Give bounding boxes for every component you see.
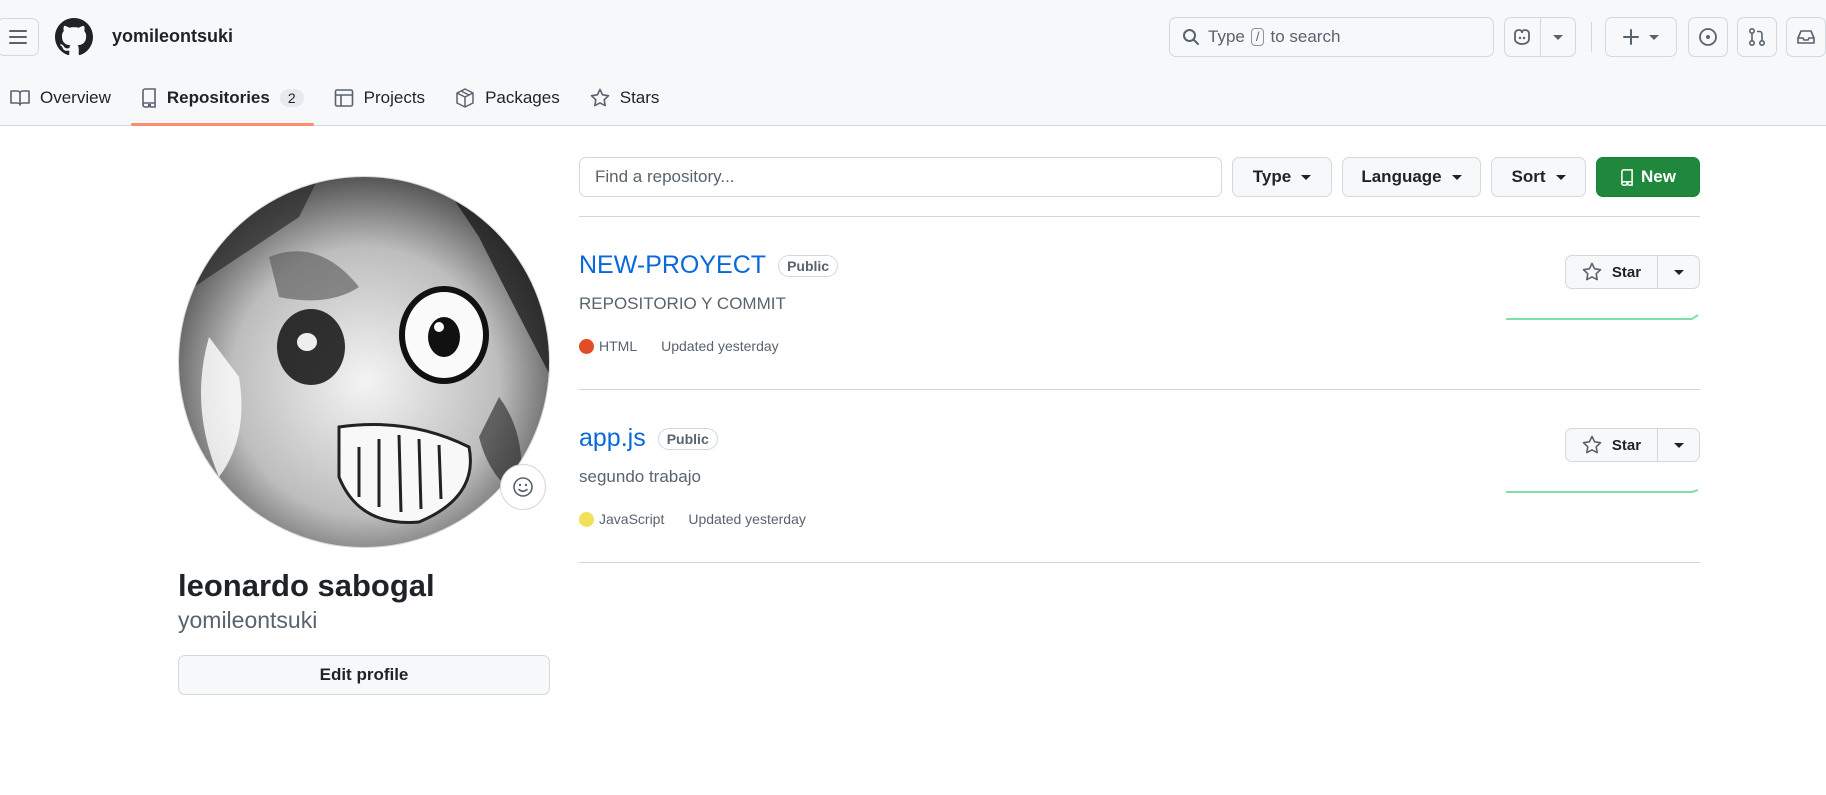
issues-button[interactable] (1688, 17, 1728, 57)
star-icon (1582, 435, 1602, 454)
type-filter-label: Type (1252, 167, 1292, 186)
edit-profile-button[interactable]: Edit profile (178, 655, 550, 695)
avatar-illustration (179, 177, 549, 547)
profile-avatar-container (178, 176, 550, 548)
search-prefix: Type (1208, 27, 1245, 46)
new-button-label: New (1641, 167, 1676, 186)
language-filter-button[interactable]: Language (1342, 157, 1481, 197)
repo-count-badge: 2 (279, 89, 304, 107)
repo-updated: Updated yesterday (661, 338, 779, 354)
star-icon (590, 88, 610, 107)
chevron-down-icon (1451, 174, 1462, 180)
chevron-down-icon (1555, 174, 1566, 180)
tab-label: Repositories (166, 88, 270, 107)
header-username[interactable]: yomileontsuki (112, 26, 233, 47)
copilot-button[interactable] (1505, 18, 1540, 56)
repo-title-row: NEW-PROYECT Public (579, 251, 839, 280)
tab-stars[interactable]: Stars (580, 80, 670, 116)
repo-icon (142, 88, 156, 108)
type-filter-button[interactable]: Type (1232, 157, 1332, 197)
repo-meta: JavaScript Updated yesterday (579, 511, 806, 527)
repo-description: segundo trabajo (579, 467, 701, 486)
profile-full-name: leonardo sabogal (178, 568, 435, 603)
repo-description: REPOSITORIO Y COMMIT (579, 294, 786, 313)
tab-packages[interactable]: Packages (445, 80, 570, 116)
menu-button[interactable] (0, 18, 39, 56)
github-logo-icon[interactable] (55, 18, 93, 56)
find-repository-input[interactable]: Find a repository... (579, 157, 1222, 197)
star-label: Star (1611, 263, 1642, 281)
chevron-down-icon (1649, 34, 1659, 40)
chevron-down-icon (1301, 174, 1312, 180)
profile-tabs: Overview Repositories 2 Projects Package… (0, 80, 679, 126)
tab-label: Overview (40, 88, 111, 107)
star-label: Star (1611, 436, 1642, 454)
set-status-button[interactable] (500, 464, 546, 510)
app-header: yomileontsuki Type / to search Overview … (0, 0, 1826, 126)
top-bar: yomileontsuki Type / to search (0, 0, 1826, 74)
global-search[interactable]: Type / to search (1169, 17, 1494, 57)
copilot-icon (1514, 29, 1531, 45)
profile-login: yomileontsuki (178, 607, 318, 633)
star-list-dropdown[interactable] (1658, 256, 1699, 288)
book-icon (10, 90, 30, 106)
sort-label: Sort (1511, 167, 1546, 186)
tab-label: Projects (363, 88, 426, 107)
repo-title-row: app.js Public (579, 424, 718, 453)
repo-list-item: NEW-PROYECT Public REPOSITORIO Y COMMIT … (579, 217, 1700, 389)
repo-language: JavaScript (599, 511, 665, 527)
tab-label: Stars (619, 88, 660, 107)
pull-requests-button[interactable] (1737, 17, 1777, 57)
star-button-group: Star (1565, 255, 1700, 289)
issue-opened-icon (1699, 28, 1717, 46)
copilot-button-group (1504, 17, 1576, 57)
divider (579, 562, 1700, 563)
activity-sparkline (1506, 314, 1699, 320)
tab-repositories[interactable]: Repositories 2 (130, 80, 314, 126)
search-shortcut-key: / (1250, 28, 1265, 46)
chevron-down-icon (1673, 269, 1684, 275)
repo-list-item: app.js Public segundo trabajo JavaScript… (579, 390, 1700, 562)
star-button[interactable]: Star (1566, 429, 1658, 461)
sort-button[interactable]: Sort (1491, 157, 1586, 197)
activity-sparkline (1506, 489, 1699, 493)
language-filter-label: Language (1361, 167, 1442, 186)
search-suffix: to search (1270, 27, 1341, 46)
repo-icon (1621, 168, 1633, 186)
chevron-down-icon (1552, 34, 1563, 40)
language-color-dot (579, 511, 594, 527)
language-color-dot (579, 338, 594, 354)
divider (1591, 22, 1592, 52)
chevron-down-icon (1673, 442, 1684, 448)
table-icon (334, 89, 353, 107)
package-icon (456, 88, 474, 108)
star-list-dropdown[interactable] (1658, 429, 1699, 461)
repo-name-link[interactable]: app.js (579, 424, 646, 453)
copilot-dropdown[interactable] (1539, 18, 1576, 56)
star-button[interactable]: Star (1566, 256, 1658, 288)
inbox-icon (1797, 30, 1815, 44)
repo-language: HTML (599, 338, 638, 354)
repo-updated: Updated yesterday (688, 511, 806, 527)
visibility-badge: Public (657, 427, 718, 450)
plus-icon (1623, 29, 1639, 45)
visibility-badge: Public (778, 254, 839, 277)
tab-label: Packages (485, 88, 560, 107)
git-pull-request-icon (1748, 27, 1766, 47)
tab-overview[interactable]: Overview (0, 80, 121, 116)
create-new-button[interactable] (1605, 17, 1677, 57)
avatar[interactable] (178, 176, 550, 548)
repo-meta: HTML Updated yesterday (579, 338, 779, 354)
star-icon (1582, 262, 1602, 281)
search-icon (1183, 29, 1199, 45)
tab-projects[interactable]: Projects (324, 80, 435, 116)
new-repository-button[interactable]: New (1596, 157, 1700, 197)
hamburger-icon (9, 30, 27, 44)
repo-name-link[interactable]: NEW-PROYECT (579, 251, 766, 280)
inbox-button[interactable] (1786, 17, 1826, 57)
star-button-group: Star (1565, 428, 1700, 462)
smiley-icon (513, 477, 533, 497)
